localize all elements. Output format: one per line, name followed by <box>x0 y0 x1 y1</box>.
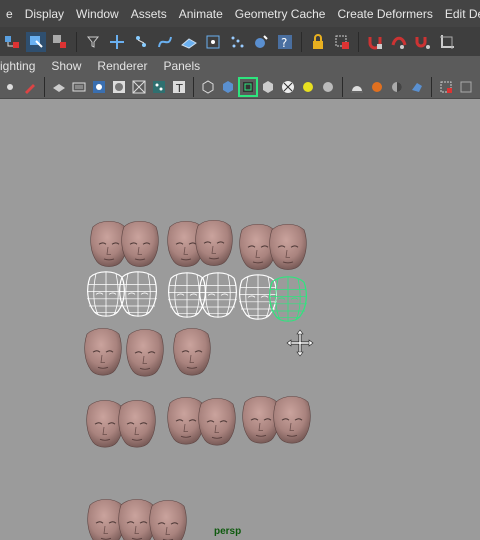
lasso-tool-icon[interactable] <box>131 32 151 52</box>
separator <box>44 76 45 97</box>
snap-grid-icon[interactable] <box>179 32 199 52</box>
wireframe-head[interactable] <box>238 274 278 321</box>
default-material-icon[interactable] <box>260 79 276 95</box>
menu-create-deformers[interactable]: Create Deformers <box>331 7 438 21</box>
safe-action-icon[interactable] <box>111 79 127 95</box>
head-mesh[interactable] <box>121 220 159 268</box>
head-mesh[interactable] <box>118 399 156 448</box>
magnet-curve-icon[interactable] <box>389 32 409 52</box>
scene-canvas[interactable] <box>0 99 480 540</box>
shadows-icon[interactable] <box>349 79 365 95</box>
svg-text:?: ? <box>281 36 287 50</box>
separator <box>301 31 302 52</box>
head-mesh[interactable] <box>84 327 122 376</box>
filter-icon[interactable] <box>83 32 103 52</box>
wireframe-icon[interactable] <box>151 79 167 95</box>
snap-curve-icon[interactable] <box>155 32 175 52</box>
default-light-icon[interactable] <box>300 79 316 95</box>
head-mesh[interactable] <box>195 219 233 267</box>
crop-icon[interactable] <box>437 32 457 52</box>
camera-label: persp <box>214 526 242 537</box>
pencil-icon[interactable] <box>22 79 38 95</box>
xray-icon[interactable] <box>409 79 425 95</box>
panel-menu-renderer[interactable]: Renderer <box>89 59 155 73</box>
menu-assets[interactable]: Assets <box>125 7 173 21</box>
panel-toolbar: T <box>0 75 480 99</box>
text-icon[interactable]: T <box>171 79 187 95</box>
separator <box>358 31 359 52</box>
grid-icon[interactable] <box>131 79 147 95</box>
viewport-persp[interactable] <box>0 99 480 540</box>
panel-menu-panels[interactable]: Panels <box>155 59 208 73</box>
head-mesh[interactable] <box>173 327 211 376</box>
separator <box>431 76 432 97</box>
isolate-select-icon[interactable] <box>438 79 454 95</box>
wireframe-shading-icon[interactable] <box>200 79 216 95</box>
wireframe-on-shaded-icon[interactable] <box>238 76 258 97</box>
make-live-icon[interactable] <box>251 32 271 52</box>
panel-menu-show[interactable]: Show <box>43 59 89 73</box>
snap-view-plane-icon[interactable] <box>227 32 247 52</box>
select-highlight-icon[interactable] <box>332 32 352 52</box>
snap-point-icon[interactable] <box>203 32 223 52</box>
move-cursor-icon <box>286 329 314 357</box>
head-mesh[interactable] <box>126 328 164 377</box>
separator <box>193 76 194 97</box>
select-camera-icon[interactable] <box>2 79 18 95</box>
select-by-object-icon[interactable] <box>26 31 46 52</box>
menu-geometry-cache[interactable]: Geometry Cache <box>229 7 332 21</box>
menu-edit[interactable]: e <box>0 7 19 21</box>
magnet-point-icon[interactable] <box>413 32 433 52</box>
move-tool-icon[interactable] <box>107 32 127 52</box>
head-mesh[interactable] <box>86 399 124 448</box>
head-mesh[interactable] <box>149 499 187 540</box>
separator <box>76 31 77 52</box>
head-mesh[interactable] <box>273 395 311 444</box>
head-mesh[interactable] <box>198 397 236 446</box>
hud-icon[interactable] <box>458 79 474 95</box>
image-plane-icon[interactable] <box>51 79 67 95</box>
smooth-shade-icon[interactable] <box>220 79 236 95</box>
help-icon[interactable]: ? <box>275 32 295 52</box>
status-line: ? <box>0 27 480 56</box>
magnet-icon[interactable] <box>365 32 385 52</box>
menu-window[interactable]: Window <box>70 7 125 21</box>
panel-menu-lighting[interactable]: ighting <box>0 59 43 73</box>
menu-bar: e Display Window Assets Animate Geometry… <box>0 0 480 27</box>
resolution-gate-icon[interactable] <box>91 79 107 95</box>
textured-icon[interactable] <box>280 79 296 95</box>
menu-display[interactable]: Display <box>19 7 70 21</box>
panel-menu-bar: ighting Show Renderer Panels <box>0 56 480 75</box>
all-lights-icon[interactable] <box>320 79 336 95</box>
select-by-component-icon[interactable] <box>50 32 70 52</box>
select-by-hierarchy-icon[interactable] <box>2 32 22 52</box>
high-quality-icon[interactable] <box>369 79 385 95</box>
head-mesh[interactable] <box>269 223 307 271</box>
menu-animate[interactable]: Animate <box>173 7 229 21</box>
separator <box>342 76 343 97</box>
film-gate-icon[interactable] <box>71 79 87 95</box>
ambient-occlusion-icon[interactable] <box>389 79 405 95</box>
menu-edit-deformers[interactable]: Edit Deformer <box>439 7 480 21</box>
lock-icon[interactable] <box>308 32 328 52</box>
svg-text:T: T <box>175 82 183 94</box>
